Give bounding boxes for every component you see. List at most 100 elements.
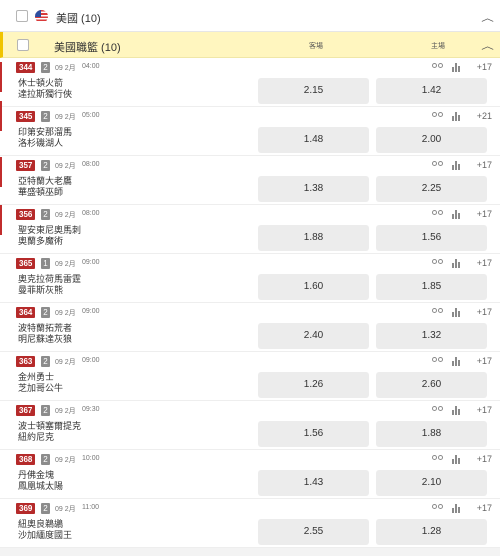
country-row[interactable]: 美國 (10) ︿ xyxy=(0,0,500,32)
away-odds-button[interactable]: 1.85 xyxy=(376,274,487,300)
match-tools: +17 xyxy=(412,258,492,270)
home-odds-button[interactable]: 1.26 xyxy=(258,372,369,398)
away-column-header: 主場 xyxy=(431,43,445,50)
more-markets-link[interactable]: +17 xyxy=(477,160,492,170)
home-odds-button[interactable]: 2.15 xyxy=(258,78,369,104)
field-icon[interactable] xyxy=(432,307,444,317)
field-icon[interactable] xyxy=(432,62,444,72)
away-odds-button[interactable]: 1.56 xyxy=(376,225,487,251)
match-time: 11:00 xyxy=(82,504,99,511)
match-row[interactable]: 356 2 09 2月 08:00 聖安東尼奧馬刺 奧蘭多魔術 1.88 1.5… xyxy=(0,205,500,254)
more-markets-link[interactable]: +17 xyxy=(477,356,492,366)
stats-bars-icon[interactable] xyxy=(452,357,461,366)
home-odds-button[interactable]: 2.55 xyxy=(258,519,369,545)
chevron-up-icon[interactable]: ︿ xyxy=(481,11,494,24)
away-team-name: 芝加哥公牛 xyxy=(18,383,64,393)
stats-bars-icon[interactable] xyxy=(452,504,461,513)
more-markets-link[interactable]: +17 xyxy=(477,503,492,513)
match-count-badge: 2 xyxy=(41,405,50,416)
stats-bars-icon[interactable] xyxy=(452,406,461,415)
home-odds-button[interactable]: 1.88 xyxy=(258,225,369,251)
match-time: 09:00 xyxy=(82,308,100,315)
match-row[interactable]: 357 2 09 2月 08:00 亞特蘭大老鷹 華盛頓巫師 1.38 2.25… xyxy=(0,156,500,205)
row-accent-mark xyxy=(0,62,2,92)
row-accent-mark xyxy=(0,205,2,235)
match-row[interactable]: 363 2 09 2月 09:00 金州勇士 芝加哥公牛 1.26 2.60 +… xyxy=(0,352,500,401)
away-team-name: 紐約尼克 xyxy=(18,432,55,442)
more-markets-link[interactable]: +17 xyxy=(477,405,492,415)
more-markets-link[interactable]: +17 xyxy=(477,62,492,72)
match-count-badge: 2 xyxy=(41,356,50,367)
match-count-badge: 2 xyxy=(41,454,50,465)
match-tools: +17 xyxy=(412,503,492,515)
match-id-badge: 356 xyxy=(16,209,36,220)
stats-bars-icon[interactable] xyxy=(452,210,461,219)
match-row[interactable]: 365 1 09 2月 09:00 奧克拉荷馬雷霆 曼菲斯灰熊 1.60 1.8… xyxy=(0,254,500,303)
home-odds-button[interactable]: 2.40 xyxy=(258,323,369,349)
stats-bars-icon[interactable] xyxy=(452,259,461,268)
away-odds-button[interactable]: 2.60 xyxy=(376,372,487,398)
field-icon[interactable] xyxy=(432,209,444,219)
stats-bars-icon[interactable] xyxy=(452,161,461,170)
stats-bars-icon[interactable] xyxy=(452,308,461,317)
more-markets-link[interactable]: +17 xyxy=(477,307,492,317)
match-tools: +17 xyxy=(412,209,492,221)
match-row[interactable]: 344 2 09 2月 04:00 休士頓火箭 達拉斯獨行俠 2.15 1.42… xyxy=(0,58,500,107)
field-icon[interactable] xyxy=(432,405,444,415)
away-team-name: 明尼蘇達灰狼 xyxy=(18,334,73,344)
match-row[interactable]: 369 2 09 2月 11:00 紐奧良鵜鶘 沙加緬度國王 2.55 1.28… xyxy=(0,499,500,548)
match-id-badge: 363 xyxy=(16,356,36,367)
match-id-badge: 345 xyxy=(16,111,36,122)
home-odds-button[interactable]: 1.38 xyxy=(258,176,369,202)
home-odds-button[interactable]: 1.43 xyxy=(258,470,369,496)
match-count-badge: 2 xyxy=(41,209,50,220)
away-team-name: 華盛頓巫師 xyxy=(18,187,64,197)
league-row[interactable]: 美國職籃 (10) 客場 主場 ︿ xyxy=(0,32,500,58)
match-tools: +21 xyxy=(412,111,492,123)
match-count-badge: 1 xyxy=(41,258,50,269)
stats-bars-icon[interactable] xyxy=(452,112,461,121)
match-row[interactable]: 367 2 09 2月 09:30 波士頓塞爾提克 紐約尼克 1.56 1.88… xyxy=(0,401,500,450)
field-icon[interactable] xyxy=(432,160,444,170)
away-odds-button[interactable]: 2.10 xyxy=(376,470,487,496)
match-row[interactable]: 345 2 09 2月 05:00 印第安那溜馬 洛杉磯湖人 1.48 2.00… xyxy=(0,107,500,156)
away-odds-button[interactable]: 1.28 xyxy=(376,519,487,545)
league-checkbox[interactable] xyxy=(17,39,29,51)
match-tools: +17 xyxy=(412,356,492,368)
chevron-up-icon[interactable]: ︿ xyxy=(481,39,494,52)
match-id-badge: 365 xyxy=(16,258,36,269)
match-count-badge: 2 xyxy=(41,307,50,318)
field-icon[interactable] xyxy=(432,454,444,464)
field-icon[interactable] xyxy=(432,503,444,513)
away-odds-button[interactable]: 2.00 xyxy=(376,127,487,153)
match-id-badge: 344 xyxy=(16,62,36,73)
match-count-badge: 2 xyxy=(41,62,50,73)
away-odds-button[interactable]: 2.25 xyxy=(376,176,487,202)
field-icon[interactable] xyxy=(432,258,444,268)
match-date: 09 2月 xyxy=(55,212,76,219)
field-icon[interactable] xyxy=(432,356,444,366)
match-time: 08:00 xyxy=(82,210,100,217)
away-team-name: 鳳凰城太陽 xyxy=(18,481,64,491)
more-markets-link[interactable]: +21 xyxy=(477,111,492,121)
away-odds-button[interactable]: 1.32 xyxy=(376,323,487,349)
more-markets-link[interactable]: +17 xyxy=(477,258,492,268)
home-odds-button[interactable]: 1.60 xyxy=(258,274,369,300)
match-row[interactable]: 368 2 09 2月 10:00 丹佛金塊 鳳凰城太陽 1.43 2.10 +… xyxy=(0,450,500,499)
away-odds-button[interactable]: 1.88 xyxy=(376,421,487,447)
country-checkbox[interactable] xyxy=(16,10,28,22)
field-icon[interactable] xyxy=(432,111,444,121)
stats-bars-icon[interactable] xyxy=(452,63,461,72)
stats-bars-icon[interactable] xyxy=(452,455,461,464)
away-team-name: 奧蘭多魔術 xyxy=(18,236,64,246)
more-markets-link[interactable]: +17 xyxy=(477,454,492,464)
away-odds-button[interactable]: 1.42 xyxy=(376,78,487,104)
match-time: 09:00 xyxy=(82,259,100,266)
match-tools: +17 xyxy=(412,405,492,417)
match-date: 09 2月 xyxy=(55,65,76,72)
home-odds-button[interactable]: 1.56 xyxy=(258,421,369,447)
home-odds-button[interactable]: 1.48 xyxy=(258,127,369,153)
more-markets-link[interactable]: +17 xyxy=(477,209,492,219)
match-row[interactable]: 364 2 09 2月 09:00 波特蘭拓荒者 明尼蘇達灰狼 2.40 1.3… xyxy=(0,303,500,352)
match-date: 09 2月 xyxy=(55,457,76,464)
